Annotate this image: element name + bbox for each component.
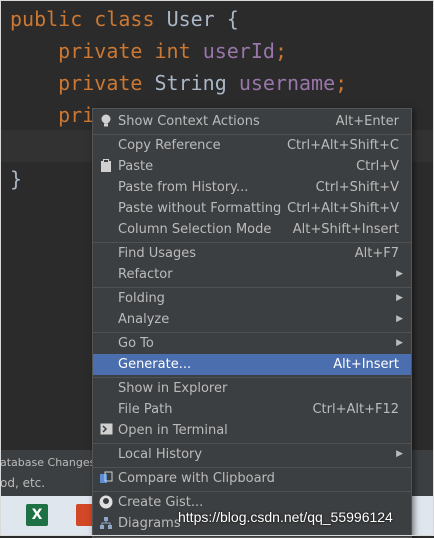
image-border xyxy=(0,0,434,536)
